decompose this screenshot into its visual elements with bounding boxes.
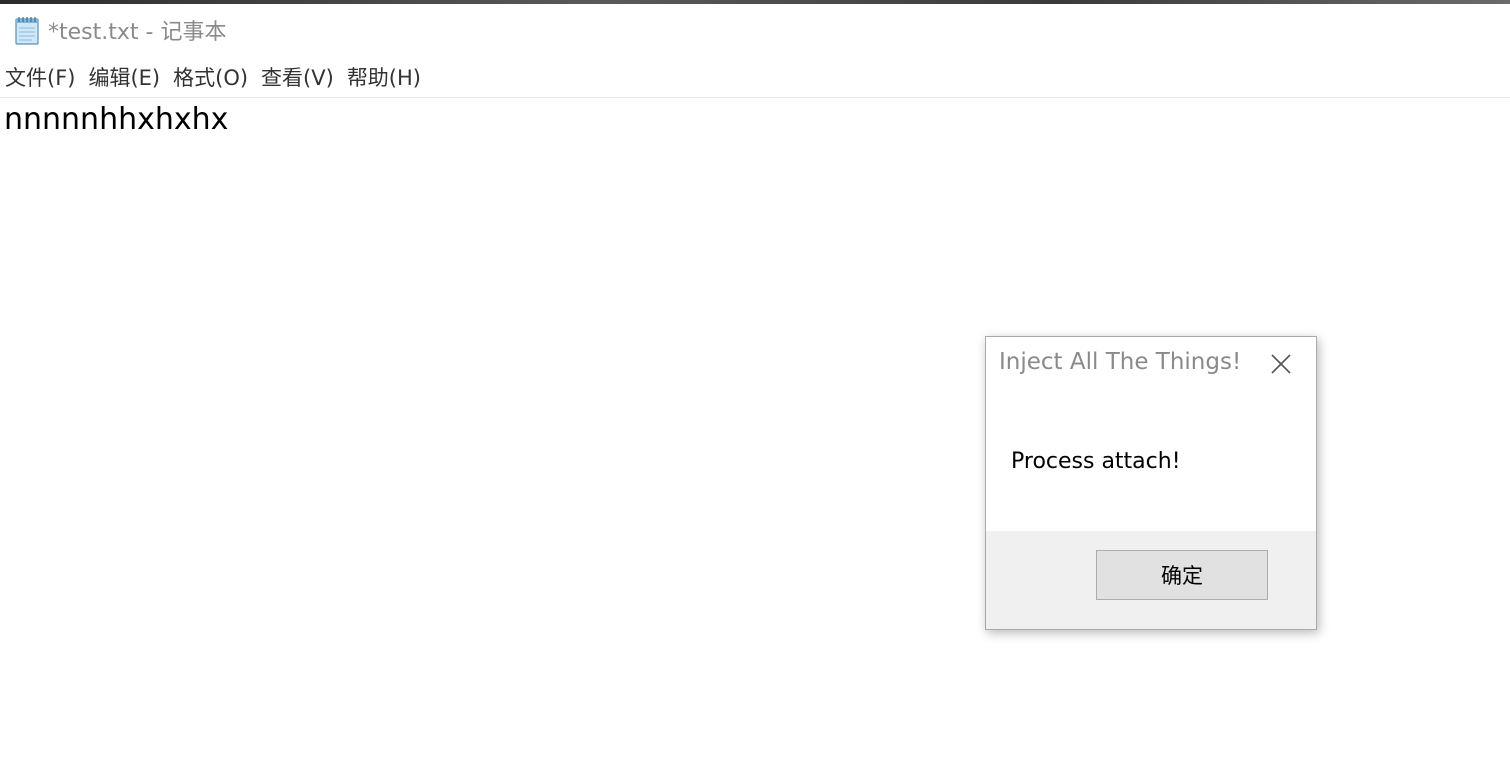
close-icon[interactable]: [1264, 347, 1298, 381]
editor-content[interactable]: nnnnnhhxhxhx: [4, 102, 228, 137]
menu-edit[interactable]: 编辑(E): [82, 60, 167, 96]
ok-button[interactable]: 确定: [1096, 550, 1268, 600]
menu-help[interactable]: 帮助(H): [341, 60, 428, 96]
dialog-message: Process attach!: [1011, 449, 1181, 474]
dialog-title: Inject All The Things!: [999, 349, 1242, 375]
menu-format[interactable]: 格式(O): [167, 60, 255, 96]
menu-bar: 文件(F) 编辑(E) 格式(O) 查看(V) 帮助(H): [0, 59, 1510, 98]
message-box-dialog: Inject All The Things! Process attach! 确…: [985, 336, 1317, 630]
notepad-icon: [12, 14, 44, 46]
menu-view[interactable]: 查看(V): [255, 60, 341, 96]
window-title: *test.txt - 记事本: [48, 20, 227, 45]
menu-file[interactable]: 文件(F): [0, 60, 82, 96]
dialog-button-area: 确定: [986, 531, 1316, 629]
title-bar[interactable]: *test.txt - 记事本: [0, 4, 1510, 56]
